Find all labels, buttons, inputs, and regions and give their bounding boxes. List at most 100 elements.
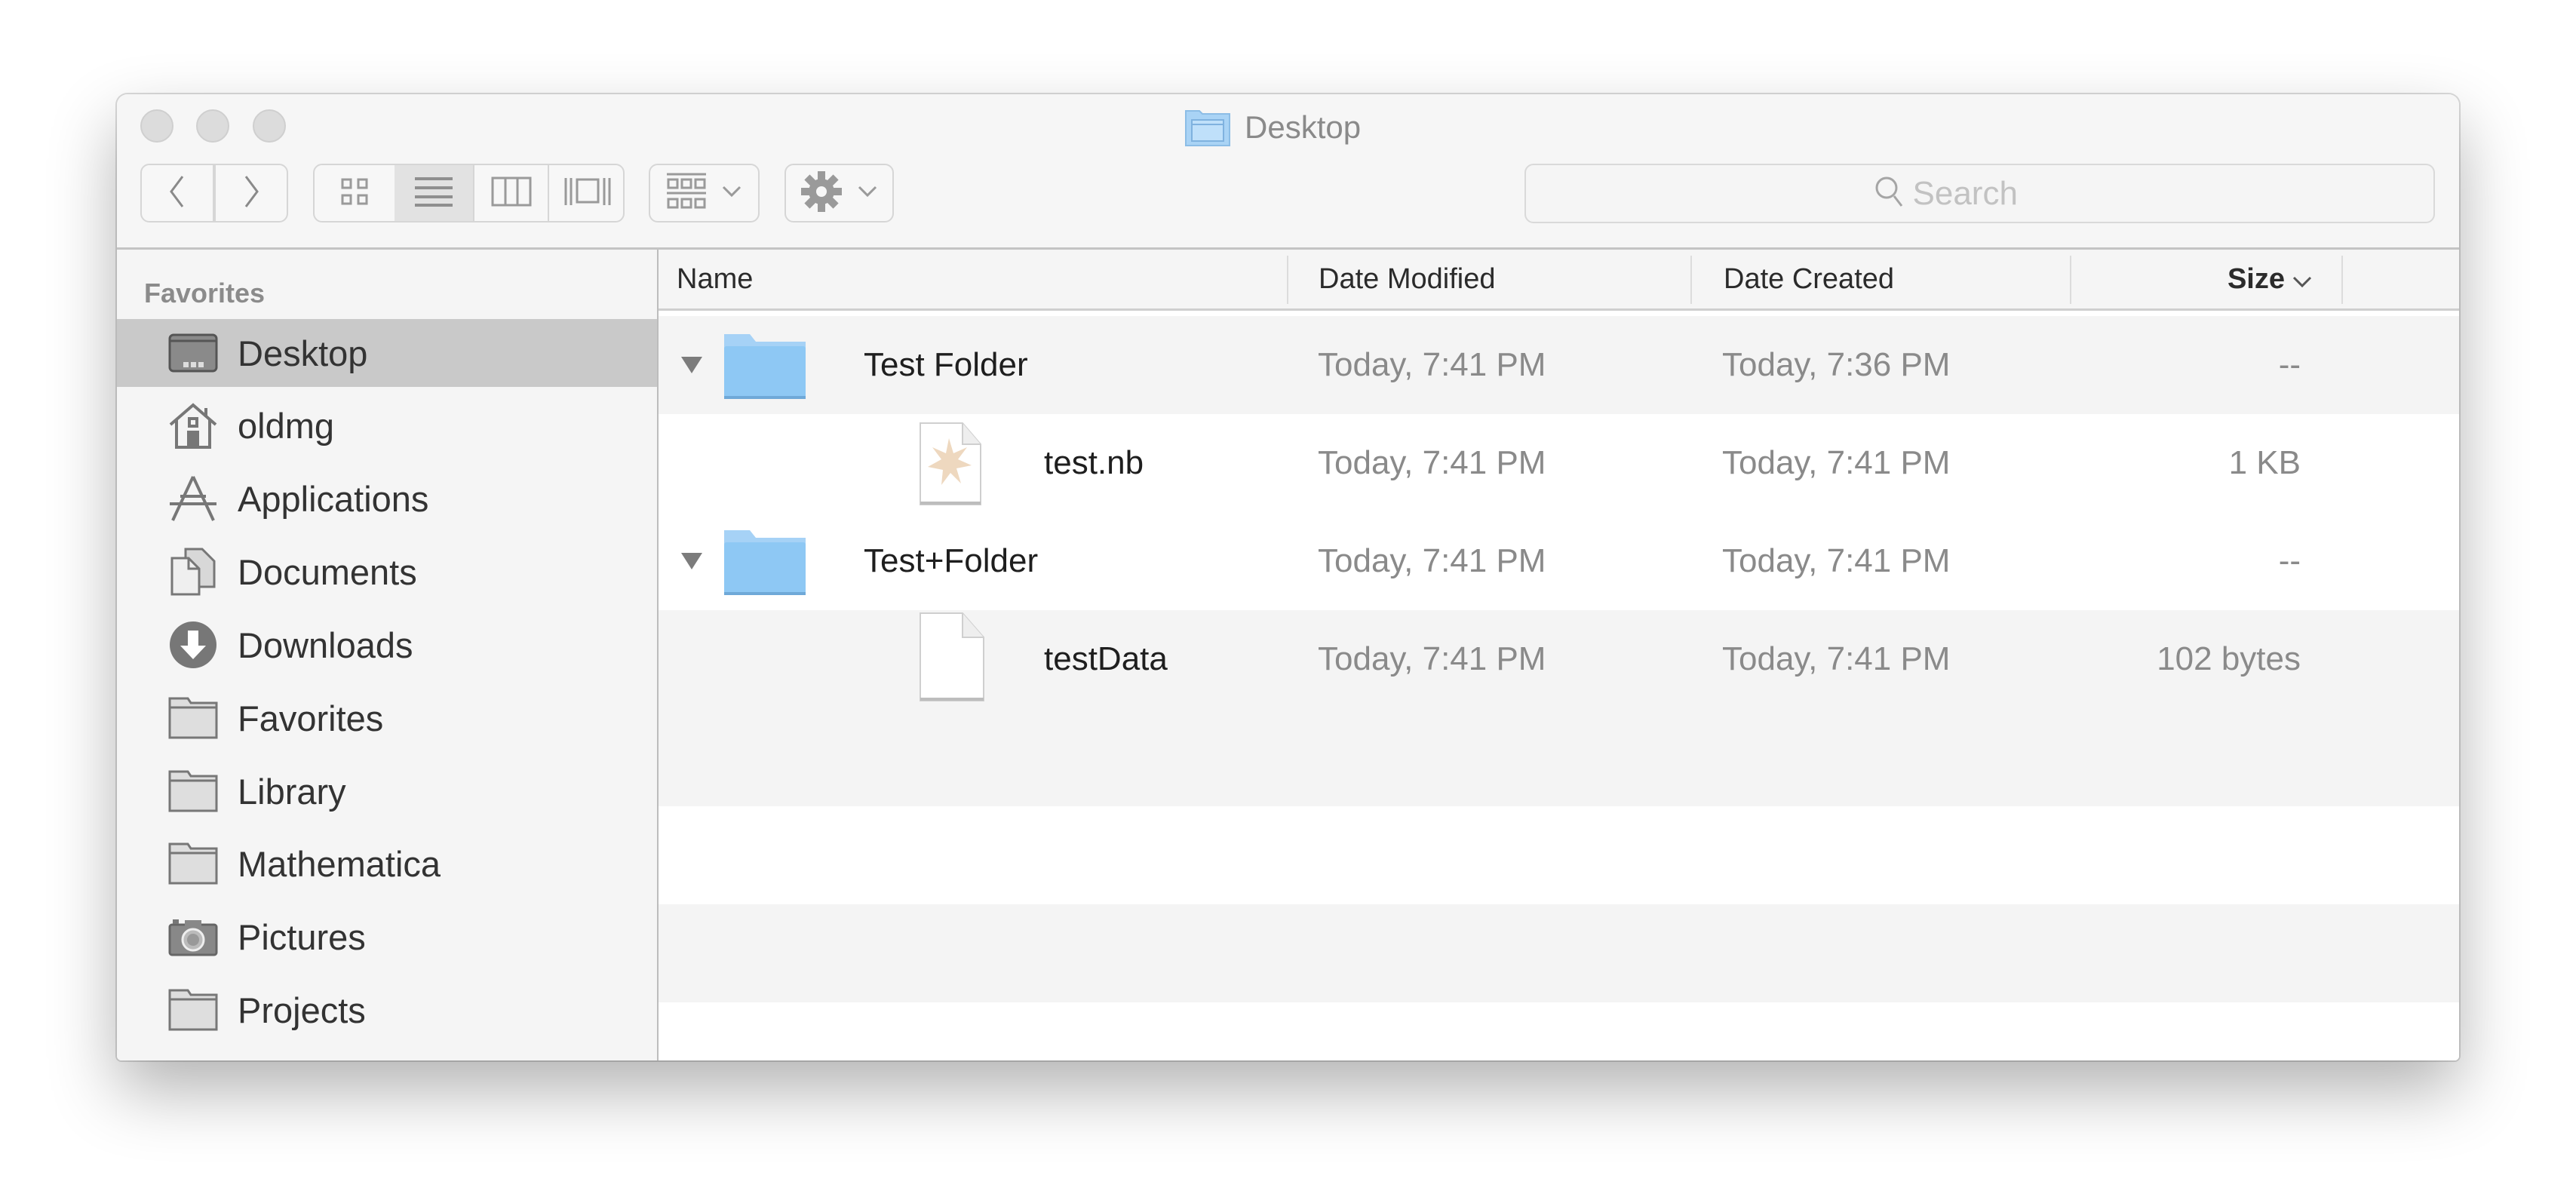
sidebar: Favorites Desktop oldmg Applications Doc… <box>117 250 659 1060</box>
finder-window: Desktop Search Favorites Desktop oldmg A… <box>117 94 2459 1060</box>
documents-icon <box>168 548 218 596</box>
sidebar-item-label: Projects <box>238 990 366 1030</box>
zoom-button[interactable] <box>253 109 286 143</box>
sidebar-item-label: Applications <box>238 478 429 519</box>
downloads-icon <box>168 621 218 668</box>
date-modified: Today, 7:41 PM <box>1318 444 1546 481</box>
cover-flow-view-button[interactable] <box>548 165 623 221</box>
empty-row <box>659 708 2459 806</box>
column-header-date-modified[interactable]: Date Modified <box>1319 250 1495 308</box>
sidebar-item-favorites[interactable]: Favorites <box>117 684 657 752</box>
sidebar-item-projects[interactable]: Projects <box>117 976 657 1044</box>
column-divider[interactable] <box>1287 256 1288 304</box>
forward-button[interactable] <box>214 164 288 222</box>
column-divider[interactable] <box>1690 256 1692 304</box>
sidebar-item-label: Library <box>238 771 346 812</box>
list-icon <box>415 176 453 210</box>
column-header-name[interactable]: Name <box>677 250 753 308</box>
empty-row <box>659 904 2459 1002</box>
sidebar-item-library[interactable]: Library <box>117 757 657 825</box>
sidebar-item-applications[interactable]: Applications <box>117 465 657 532</box>
arrange-button[interactable] <box>649 164 760 222</box>
view-mode-switcher <box>313 164 625 222</box>
date-created: Today, 7:41 PM <box>1722 542 1951 579</box>
arrange-grid-icon <box>666 173 706 214</box>
sidebar-item-desktop[interactable]: Desktop <box>117 319 657 387</box>
sidebar-item-mathematica[interactable]: Mathematica <box>117 830 657 898</box>
date-created: Today, 7:41 PM <box>1722 444 1951 481</box>
grid-icon <box>341 178 368 209</box>
file-size: -- <box>2278 346 2301 383</box>
file-name: testData <box>1044 640 1168 677</box>
sidebar-item-label: oldmg <box>238 405 335 446</box>
sidebar-item-label: Downloads <box>238 625 413 665</box>
list-row-testdata[interactable]: testData Today, 7:41 PM Today, 7:41 PM 1… <box>659 610 2459 708</box>
mathematica-notebook-icon <box>919 422 982 510</box>
toolbar: Desktop <box>117 94 2459 250</box>
column-header-row: Name Date Modified Date Created Size <box>659 250 2459 311</box>
column-header-date-created[interactable]: Date Created <box>1724 250 1894 308</box>
sidebar-item-downloads[interactable]: Downloads <box>117 611 657 679</box>
icon-view-button[interactable] <box>315 165 395 221</box>
list-row-test-plus-folder[interactable]: Test+Folder Today, 7:41 PM Today, 7:41 P… <box>659 512 2459 610</box>
sidebar-item-pictures[interactable]: Pictures <box>117 903 657 971</box>
folder-icon <box>723 527 807 600</box>
window-title: Desktop <box>1184 106 1361 149</box>
chevron-down-icon <box>858 186 877 201</box>
sidebar-item-label: Documents <box>238 551 417 592</box>
window-title-text: Desktop <box>1245 109 1362 145</box>
search-field[interactable] <box>1524 164 2435 223</box>
file-name: Test Folder <box>864 346 1028 383</box>
close-button[interactable] <box>140 109 173 143</box>
list-view-button[interactable] <box>395 165 473 221</box>
folder-icon <box>723 331 807 404</box>
sidebar-item-label: Desktop <box>238 333 368 373</box>
chevron-right-icon <box>240 174 263 213</box>
sidebar-item-label: Pictures <box>238 916 366 957</box>
applications-icon <box>168 476 218 521</box>
disclosure-triangle-expanded-icon[interactable] <box>681 512 702 610</box>
folder-icon <box>168 842 218 885</box>
desktop-folder-icon <box>1184 108 1231 147</box>
column-divider[interactable] <box>2070 256 2071 304</box>
home-icon <box>168 403 218 449</box>
folder-icon <box>168 989 218 1031</box>
search-icon <box>1874 175 1904 212</box>
list-row-test-nb[interactable]: test.nb Today, 7:41 PM Today, 7:41 PM 1 … <box>659 414 2459 512</box>
file-name: test.nb <box>1044 444 1144 481</box>
action-menu-button[interactable] <box>784 164 894 222</box>
search-input[interactable] <box>1903 174 2086 213</box>
sort-descending-icon <box>2292 263 2312 296</box>
sidebar-item-oldmg[interactable]: oldmg <box>117 391 657 459</box>
file-list: Name Date Modified Date Created Size Tes… <box>659 250 2459 1060</box>
file-size: 1 KB <box>2228 444 2301 481</box>
date-modified: Today, 7:41 PM <box>1318 542 1546 579</box>
desktop-icon <box>168 332 218 374</box>
minimize-button[interactable] <box>196 109 229 143</box>
file-size: 102 bytes <box>2157 640 2301 677</box>
document-icon <box>919 612 985 706</box>
list-row-test-folder[interactable]: Test Folder Today, 7:41 PM Today, 7:36 P… <box>659 316 2459 414</box>
disclosure-triangle-expanded-icon[interactable] <box>681 316 702 414</box>
date-modified: Today, 7:41 PM <box>1318 346 1546 383</box>
folder-icon <box>168 697 218 739</box>
column-view-button[interactable] <box>473 165 548 221</box>
chevron-left-icon <box>166 174 189 213</box>
back-button[interactable] <box>140 164 214 222</box>
date-created: Today, 7:36 PM <box>1722 346 1951 383</box>
sidebar-section-favorites: Favorites <box>144 278 266 308</box>
column-header-size[interactable]: Size <box>2077 250 2312 308</box>
empty-row <box>659 1002 2459 1060</box>
column-header-size-label: Size <box>2227 262 2285 295</box>
file-name: Test+Folder <box>864 542 1039 579</box>
sidebar-item-label: Favorites <box>238 698 384 738</box>
folder-icon <box>168 770 218 812</box>
chevron-down-icon <box>722 186 741 201</box>
date-created: Today, 7:41 PM <box>1722 640 1951 677</box>
empty-row <box>659 806 2459 904</box>
camera-icon <box>168 916 218 958</box>
columns-icon <box>491 176 532 210</box>
gear-icon <box>801 170 843 216</box>
column-divider[interactable] <box>2341 256 2343 304</box>
sidebar-item-documents[interactable]: Documents <box>117 538 657 606</box>
